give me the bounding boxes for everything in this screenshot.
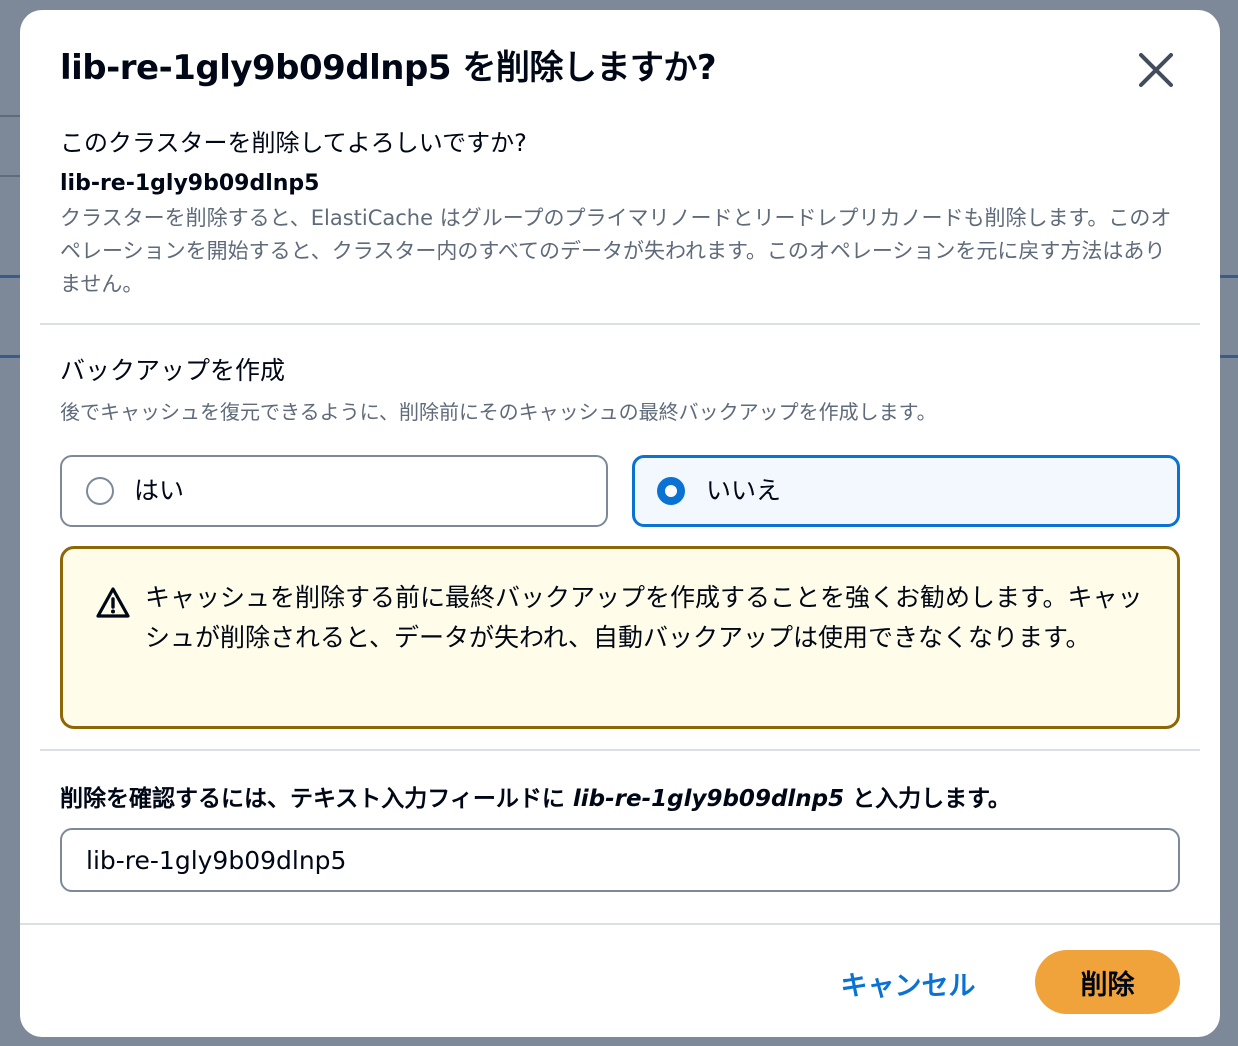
modal-title: lib-re-1gly9b09dlnp5 を削除しますか?: [60, 48, 717, 88]
background-line: [0, 115, 20, 117]
delete-description: クラスターを削除すると、ElastiCache はグループのプライマリノードとリ…: [60, 206, 1172, 296]
warning-alert: キャッシュを削除する前に最終バックアップを作成することを強くお勧めします。キャッ…: [60, 546, 1180, 729]
warning-icon: [96, 587, 130, 618]
backup-section-description: 後でキャッシュを復元できるように、削除前にそのキャッシュの最終バックアップを作成…: [60, 400, 937, 424]
confirm-label: 削除を確認するには、テキスト入力フィールドに lib-re-1gly9b09dl…: [60, 782, 1011, 816]
background-line: [0, 275, 20, 278]
radio-label: はい: [134, 476, 185, 505]
close-icon: [1139, 53, 1173, 87]
radio-option-no[interactable]: いいえ: [632, 455, 1180, 527]
confirm-question: このクラスターを削除してよろしいですか?: [60, 129, 527, 157]
confirm-label-prefix: 削除を確認するには、テキスト入力フィールドに: [60, 786, 573, 812]
cancel-button[interactable]: キャンセル: [820, 955, 996, 1011]
cluster-id: lib-re-1gly9b09dlnp5: [60, 171, 320, 196]
divider: [40, 323, 1200, 325]
confirm-label-id: lib-re-1gly9b09dlnp5: [572, 786, 845, 812]
confirm-delete-input[interactable]: [60, 828, 1180, 892]
footer-divider: [20, 923, 1220, 925]
backup-section-title: バックアップを作成: [60, 356, 286, 385]
confirm-label-suffix: と入力します。: [844, 786, 1011, 812]
warning-text: キャッシュを削除する前に最終バックアップを作成することを強くお勧めします。キャッ…: [145, 583, 1143, 652]
radio-label: いいえ: [706, 476, 782, 505]
close-button[interactable]: [1132, 46, 1180, 94]
radio-button-selected[interactable]: [657, 477, 685, 505]
background-line: [1220, 355, 1238, 358]
delete-cluster-modal: lib-re-1gly9b09dlnp5 を削除しますか? このクラスターを削除…: [20, 10, 1220, 1037]
radio-button[interactable]: [86, 477, 114, 505]
radio-option-yes[interactable]: はい: [60, 455, 608, 527]
background-line: [0, 355, 20, 358]
background-line: [0, 175, 20, 177]
divider: [40, 749, 1200, 751]
delete-button[interactable]: 削除: [1035, 950, 1180, 1014]
background-line: [1220, 275, 1238, 278]
